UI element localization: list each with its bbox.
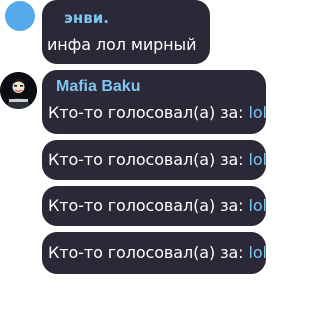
masked-figure-icon (0, 72, 37, 109)
message-bubble[interactable]: Кто-то голосовал(а) за: lol (42, 232, 267, 274)
message-text: Кто-то голосовал(а) за: lol (48, 103, 267, 123)
message-text: инфа лол мирный (47, 35, 197, 54)
vote-link[interactable]: lol (248, 243, 266, 262)
message-text: Кто-то голосовал(а) за: lol (48, 196, 267, 216)
message-text-prefix: Кто-то голосовал(а) за: (48, 150, 249, 169)
chat-thread: энви. инфа лол мирный Mafia Baku Кто-то … (0, 0, 267, 320)
message-text-prefix: Кто-то голосовал(а) за: (48, 243, 249, 262)
user-avatar-envy[interactable] (5, 1, 35, 31)
sender-name[interactable]: энви. (64, 9, 109, 27)
sender-name[interactable]: Mafia Baku (56, 78, 140, 96)
message-text: Кто-то голосовал(а) за: lol (48, 243, 267, 263)
message-bubble[interactable]: энви. инфа лол мирный (42, 0, 210, 64)
message-text-prefix: Кто-то голосовал(а) за: (48, 196, 249, 215)
bot-avatar-mafia-baku[interactable] (0, 72, 37, 109)
message-text-prefix: Кто-то голосовал(а) за: (48, 103, 249, 122)
message-bubble[interactable]: Кто-то голосовал(а) за: lol (42, 140, 267, 180)
vote-link[interactable]: lol (248, 103, 266, 122)
vote-link[interactable]: lol (248, 150, 266, 169)
message-bubble[interactable]: Mafia Baku Кто-то голосовал(а) за: lol (42, 70, 267, 134)
vote-link[interactable]: lol (248, 196, 266, 215)
message-text: Кто-то голосовал(а) за: lol (48, 150, 267, 170)
message-bubble[interactable]: Кто-то голосовал(а) за: lol (42, 186, 267, 226)
